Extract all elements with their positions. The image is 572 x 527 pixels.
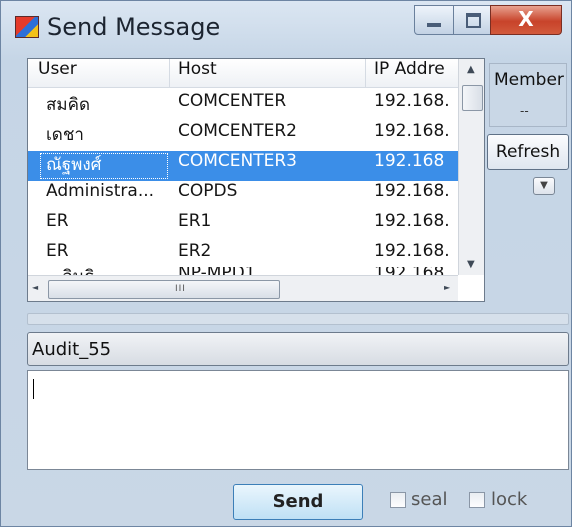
row-user: เดชา [46,125,84,145]
title-bar[interactable]: Send Message X [1,1,571,59]
column-header-user[interactable]: User [30,59,170,87]
scroll-grip: III [175,284,186,294]
vertical-scrollbar[interactable]: ▲ ▼ [458,59,484,275]
list-row[interactable]: ER ER1 192.168. [28,211,458,241]
member-box: Member -- [489,63,567,127]
row-host: COMCENTER [178,91,287,111]
maximize-button[interactable] [453,5,491,35]
list-row[interactable]: สมคิด COMCENTER 192.168. [28,91,458,121]
column-header-host[interactable]: Host [170,59,366,87]
close-button[interactable]: X [490,5,562,35]
user-list[interactable]: User Host IP Addre สมคิด COMCENTER 192.1… [27,58,485,302]
message-input[interactable] [27,370,569,470]
send-message-window: Send Message X User Host IP Addre สมคิด … [0,0,572,527]
minimize-button[interactable] [414,5,454,35]
member-count: -- [520,104,529,118]
row-ip: 192.168. [374,181,450,201]
vertical-scroll-thumb[interactable] [462,85,483,111]
scroll-up-icon[interactable]: ▲ [467,64,475,75]
text-caret [33,379,34,399]
horizontal-scrollbar[interactable]: ◄ III ► [28,275,458,301]
group-bar[interactable]: Audit_55 [27,332,569,366]
list-row[interactable]: เดชา COMCENTER2 192.168. [28,121,458,151]
list-row-selected[interactable]: ณัฐพงศ์ COMCENTER3 192.168 [28,151,458,181]
scroll-left-icon[interactable]: ◄ [32,283,38,292]
seal-label[interactable]: seal [411,489,447,510]
horizontal-scroll-thumb[interactable]: III [48,280,280,299]
group-name: Audit_55 [32,339,112,360]
row-user: ER [46,211,69,231]
row-host: COMCENTER3 [178,151,297,171]
row-ip: 192.168. [374,91,450,111]
send-button[interactable]: Send [233,484,363,520]
scroll-right-icon[interactable]: ► [444,283,450,292]
member-label: Member [494,70,564,90]
row-host: COMCENTER2 [178,121,297,141]
lock-checkbox[interactable] [469,492,485,508]
scroll-down-icon[interactable]: ▼ [467,259,475,270]
list-header: User Host IP Addre [28,59,458,88]
row-user: Administra... [46,181,155,201]
row-user: ณัฐพงศ์ [38,151,170,181]
row-ip: 192.168 [374,151,445,171]
row-host: ER1 [178,211,212,231]
row-user: สมคิด [46,95,90,115]
column-header-ip[interactable]: IP Addre [366,59,458,87]
dropdown-icon[interactable]: ▼ [533,177,555,195]
row-ip: 192.168. [374,121,450,141]
refresh-button[interactable]: Refresh [487,134,569,170]
list-row[interactable]: Administra... COPDS 192.168. [28,181,458,211]
splitter[interactable] [27,313,569,325]
lock-label[interactable]: lock [491,489,527,510]
window-title: Send Message [47,13,221,41]
seal-checkbox[interactable] [390,492,406,508]
row-ip: 192.168. [374,211,450,231]
app-icon [15,16,39,38]
row-host: COPDS [178,181,238,201]
